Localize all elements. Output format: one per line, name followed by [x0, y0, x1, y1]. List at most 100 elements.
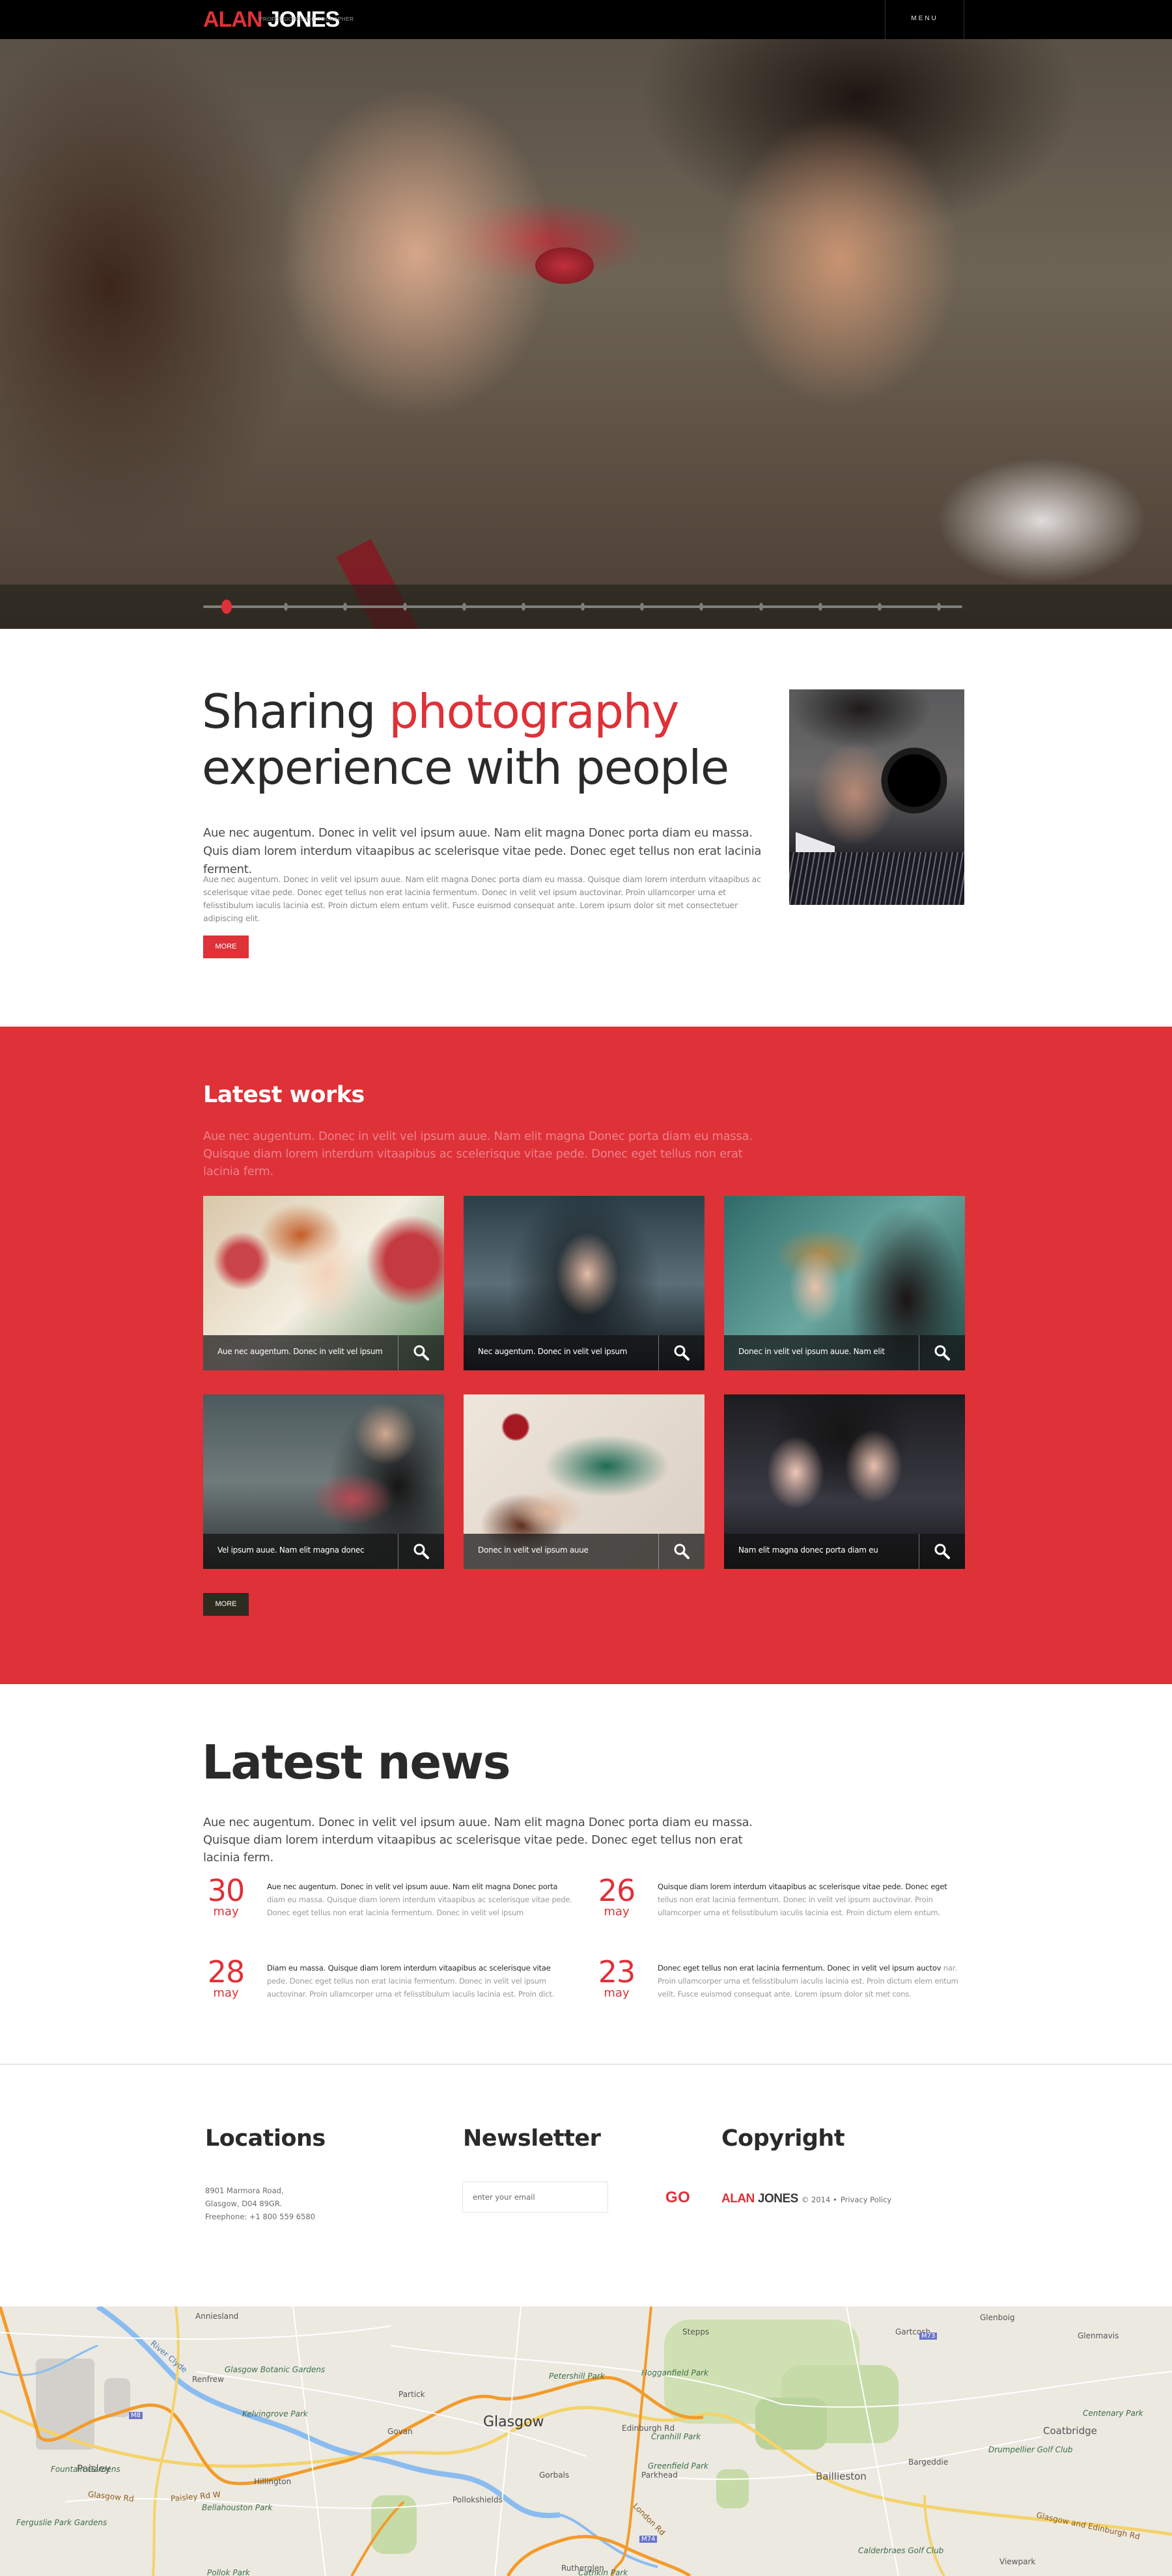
map-label-town: Partick — [398, 2390, 425, 2399]
gallery-caption-bar: Aue nec augentum. Donec in velit vel ips… — [203, 1335, 444, 1370]
news-lead[interactable]: Diam eu massa. Quisque diam lorem interd… — [267, 1963, 551, 1973]
slider-dot[interactable] — [818, 603, 822, 611]
map-road — [0, 2405, 1172, 2536]
map-park-area — [716, 2469, 749, 2508]
intro-lead-text: Aue nec augentum. Donec in velit vel ips… — [203, 826, 762, 876]
slider-track[interactable] — [203, 600, 962, 614]
slider-dot[interactable] — [581, 603, 585, 611]
intro-title-part2: experience with people — [202, 740, 729, 795]
slider-dot[interactable] — [521, 603, 525, 611]
news-body: tellus non erat lacinia fermentum. Donec… — [658, 1895, 940, 1917]
map-label-town: Gorbals — [539, 2471, 570, 2480]
map-label-town: Baillieston — [816, 2471, 867, 2482]
gallery-caption: Nam elit magna donec porta diam eu — [738, 1545, 878, 1555]
map-label-park: Calderbraes Golf Club — [858, 2546, 944, 2555]
zoom-button[interactable] — [398, 1534, 444, 1569]
intro-title-part1: Sharing — [202, 684, 389, 739]
map-label-park: Fountain Gardens — [51, 2465, 120, 2474]
menu-button[interactable]: MENU — [885, 0, 964, 39]
map-label-park: Drumpellier Golf Club — [988, 2445, 1073, 2454]
news-text: Aue nec augentum. Donec in velit vel ips… — [267, 1880, 573, 1919]
slider-dot[interactable] — [343, 603, 348, 611]
map-motorway-shield: M74 — [639, 2536, 658, 2543]
news-item[interactable]: 26 may Quisque diam lorem interdum vitaa… — [594, 1863, 958, 1922]
news-lead[interactable]: Quisque diam lorem interdum vitaapibus a… — [658, 1882, 947, 1891]
news-lead[interactable]: Aue nec augentum. Donec in velit vel ips… — [267, 1882, 557, 1891]
news-date: 23 may — [594, 1956, 639, 1999]
copyright-year: © 2014 • — [801, 2195, 837, 2204]
phone-number[interactable]: Freephone: +1 800 559 6580 — [205, 2210, 315, 2223]
slider-dot[interactable] — [402, 603, 407, 611]
news-date: 28 may — [203, 1956, 249, 1999]
slider-dot[interactable] — [937, 603, 941, 611]
map-label-park: Hogganfield Park — [641, 2368, 708, 2377]
gallery-item[interactable]: Donec in velit vel ipsum auue. Nam elit — [724, 1196, 965, 1370]
slider-dot-active[interactable] — [221, 600, 232, 614]
hero-slider — [0, 39, 1172, 629]
gallery-caption-bar: Donec in velit vel ipsum auue. Nam elit — [724, 1335, 965, 1370]
map-motorway-shield: M8 — [129, 2412, 143, 2419]
map-label-park: Cathkin Park — [578, 2568, 628, 2576]
news-day: 23 — [598, 1954, 636, 1989]
portrait-detail — [789, 852, 964, 905]
section-divider — [0, 2064, 1172, 2065]
slider-dot[interactable] — [640, 603, 645, 611]
map-label-park: Ferguslie Park Gardens — [16, 2518, 107, 2527]
magnifier-icon — [934, 1544, 950, 1559]
zoom-button[interactable] — [919, 1534, 965, 1569]
latest-works-section: Latest works Aue nec augentum. Donec in … — [0, 1027, 1172, 1684]
map-park-area — [371, 2495, 417, 2554]
site-header: ALAN JONES PROFESSIONAL PHOTOGRAPHER MEN… — [0, 0, 1172, 39]
newsletter-go-button[interactable]: GO — [665, 2189, 690, 2207]
gallery-item[interactable]: Aue nec augentum. Donec in velit vel ips… — [203, 1196, 444, 1370]
map-label-park: Greenfield Park — [648, 2461, 708, 2471]
magnifier-icon — [413, 1544, 429, 1559]
gallery-item[interactable]: Nam elit magna donec porta diam eu — [724, 1394, 965, 1569]
intro-more-button[interactable]: MORE — [203, 935, 249, 958]
location-map[interactable]: Glasgow Paisley Renfrew Govan Partick Hi… — [0, 2306, 1172, 2576]
address-line: Glasgow, D04 89GR. — [205, 2199, 283, 2208]
map-label-town: Stepps — [682, 2327, 710, 2336]
gallery-caption-bar: Nam elit magna donec porta diam eu — [724, 1534, 965, 1569]
magnifier-icon — [413, 1345, 429, 1361]
gallery-caption: Vel ipsum auue. Nam elit magna donec — [217, 1545, 365, 1555]
map-label-town: Pollokshields — [453, 2495, 503, 2504]
copyright-line: ALAN JONES © 2014 • Privacy Policy — [721, 2192, 891, 2206]
magnifier-icon — [674, 1345, 690, 1361]
zoom-button[interactable] — [398, 1335, 444, 1370]
map-label-town: Govan — [387, 2427, 413, 2436]
slider-dot[interactable] — [877, 603, 882, 611]
gallery-item[interactable]: Vel ipsum auue. Nam elit magna donec — [203, 1394, 444, 1569]
news-item[interactable]: 28 may Diam eu massa. Quisque diam lorem… — [203, 1945, 568, 2003]
map-label-park: Centenary Park — [1083, 2409, 1143, 2418]
slider-dot[interactable] — [699, 603, 704, 611]
newsletter-email-input[interactable] — [462, 2181, 608, 2213]
gallery-item[interactable]: Donec in velit vel ipsum auue — [464, 1394, 705, 1569]
map-label-town: Bargeddie — [908, 2458, 949, 2467]
map-graphics — [0, 2306, 1172, 2576]
gallery-caption: Donec in velit vel ipsum auue — [478, 1545, 589, 1555]
zoom-button[interactable] — [658, 1534, 705, 1569]
gallery-item[interactable]: Nec augentum. Donec in velit vel ipsum — [464, 1196, 705, 1370]
news-text: Diam eu massa. Quisque diam lorem interd… — [267, 1961, 573, 2001]
slider-dot[interactable] — [284, 603, 288, 611]
slider-dot[interactable] — [759, 603, 763, 611]
works-description: Aue nec augentum. Donec in velit vel ips… — [203, 1129, 753, 1178]
news-day: 26 — [598, 1873, 636, 1908]
map-label-town: Anniesland — [195, 2312, 239, 2321]
map-label-town: Viewpark — [999, 2557, 1036, 2566]
map-label-park: Glasgow Botanic Gardens — [225, 2365, 326, 2374]
privacy-policy-link[interactable]: Privacy Policy — [841, 2195, 891, 2204]
map-label-city: Glasgow — [483, 2414, 544, 2430]
zoom-button[interactable] — [919, 1335, 965, 1370]
slider-dot[interactable] — [462, 603, 466, 611]
news-item[interactable]: 23 may Donec eget tellus non erat lacini… — [594, 1945, 958, 2003]
news-item[interactable]: 30 may Aue nec augentum. Donec in velit … — [203, 1863, 572, 1922]
works-more-button[interactable]: MORE — [203, 1593, 249, 1616]
newsletter-title: Newsletter — [463, 2126, 601, 2152]
gallery-caption: Aue nec augentum. Donec in velit vel ips… — [217, 1347, 383, 1356]
news-body: diam eu massa. Quisque diam lorem interd… — [267, 1895, 572, 1917]
zoom-button[interactable] — [658, 1335, 705, 1370]
news-lead[interactable]: Donec eget tellus non erat lacinia ferme… — [658, 1963, 941, 1973]
slider-pagination — [0, 585, 1172, 629]
